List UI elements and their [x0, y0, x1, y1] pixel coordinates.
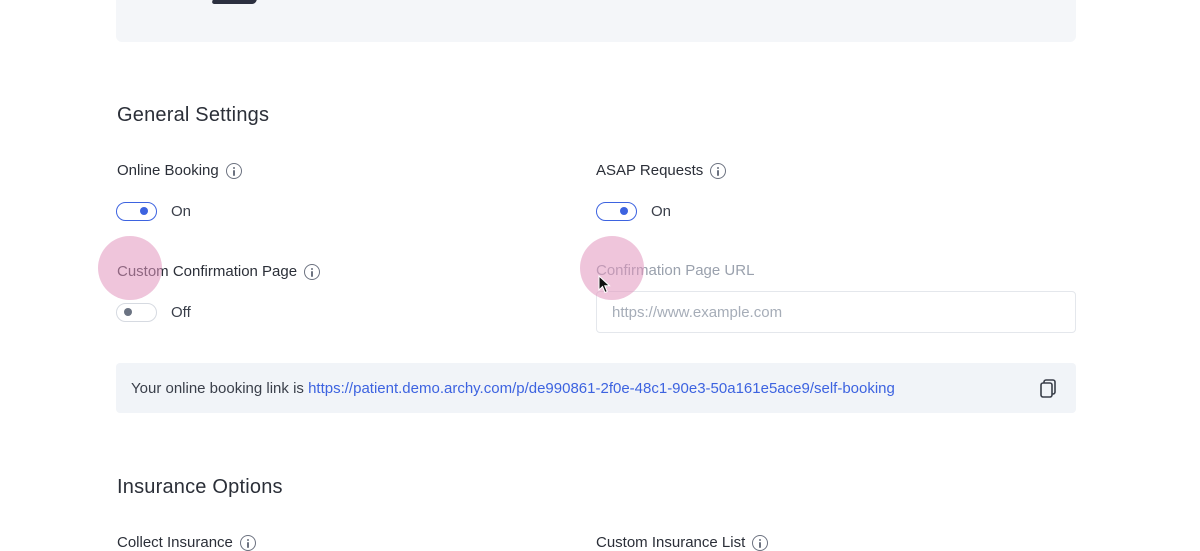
info-icon[interactable] [239, 534, 256, 551]
info-icon[interactable] [225, 162, 242, 179]
copy-icon[interactable] [1038, 378, 1058, 400]
confirmation-url-field[interactable] [596, 291, 1076, 333]
booking-link-banner: Your online booking link is https://pati… [116, 363, 1076, 413]
custom-insurance-list-label: Custom Insurance List [596, 534, 769, 551]
top-card-panel [116, 0, 1076, 42]
custom-confirmation-state: Off [171, 304, 191, 321]
info-icon[interactable] [304, 263, 321, 280]
insurance-options-title: Insurance Options [117, 476, 283, 498]
online-booking-state: On [171, 203, 192, 220]
collect-insurance-label: Collect Insurance [117, 534, 256, 551]
confirmation-url-input[interactable] [612, 303, 1060, 321]
booking-link[interactable]: https://patient.demo.archy.com/p/de99086… [308, 380, 895, 397]
custom-insurance-list-label-text: Custom Insurance List [596, 534, 746, 551]
confirmation-url-label: Confirmation Page URL [596, 262, 754, 279]
toggle-knob [140, 207, 148, 215]
online-booking-label: Online Booking [117, 162, 242, 179]
asap-requests-state: On [651, 203, 672, 220]
online-booking-toggle-row: On [116, 202, 191, 221]
toggle-knob [620, 207, 628, 215]
online-booking-toggle[interactable] [116, 202, 157, 221]
top-card-image-fragment [211, 0, 257, 4]
collect-insurance-label-text: Collect Insurance [117, 534, 233, 551]
toggle-knob [124, 308, 132, 316]
online-booking-label-text: Online Booking [117, 162, 219, 179]
asap-requests-label-text: ASAP Requests [596, 162, 704, 179]
confirmation-url-label-text: Confirmation Page URL [596, 262, 755, 279]
cursor-icon [598, 275, 611, 294]
info-icon[interactable] [710, 162, 727, 179]
asap-requests-toggle[interactable] [596, 202, 637, 221]
custom-confirmation-toggle-row: Off [116, 303, 191, 322]
asap-requests-label: ASAP Requests [596, 162, 727, 179]
general-settings-title: General Settings [117, 104, 270, 126]
custom-confirmation-label-text: Custom Confirmation Page [117, 263, 298, 280]
custom-confirmation-label: Custom Confirmation Page [117, 263, 321, 280]
custom-confirmation-toggle[interactable] [116, 303, 157, 322]
info-icon[interactable] [752, 534, 769, 551]
booking-link-prefix: Your online booking link is [131, 379, 309, 397]
asap-requests-toggle-row: On [596, 202, 671, 221]
